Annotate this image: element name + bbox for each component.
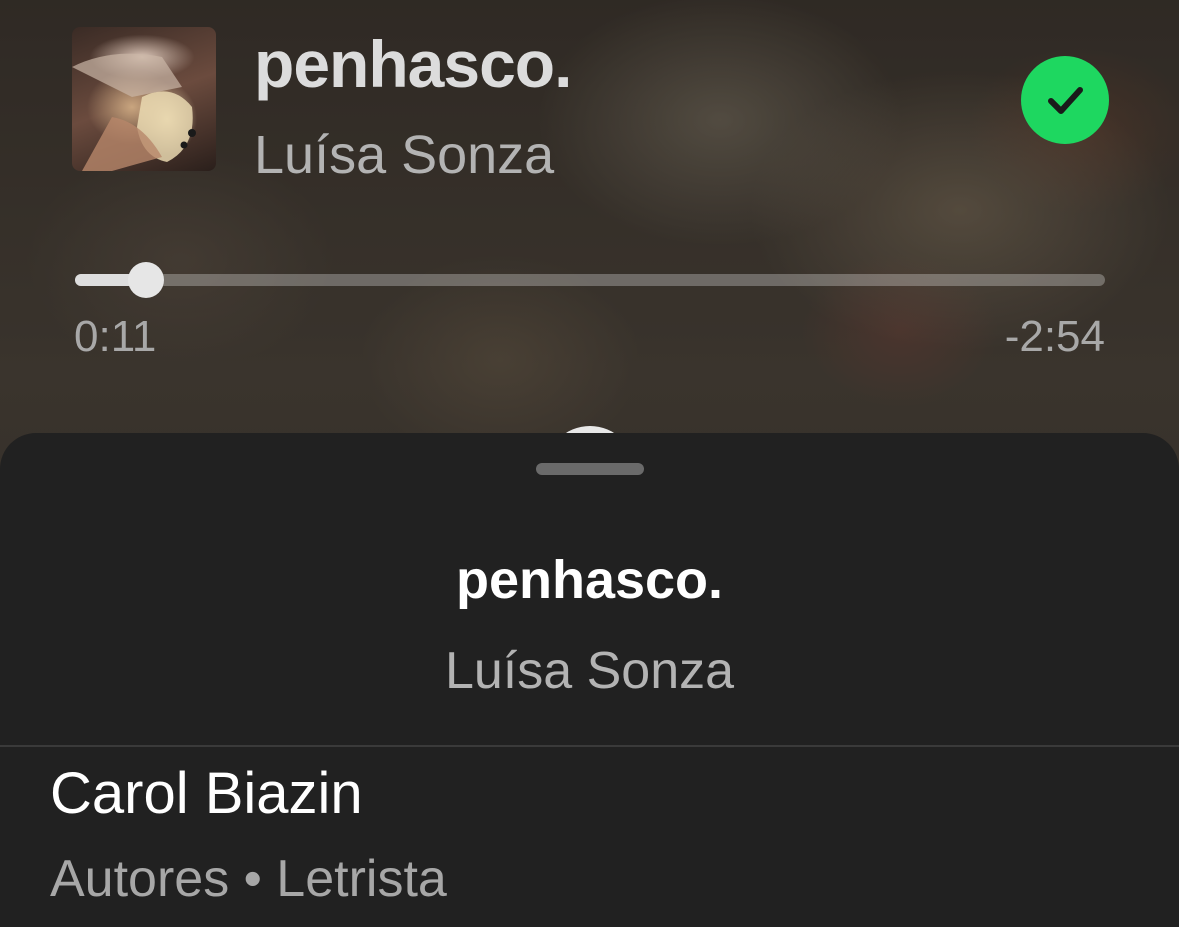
sheet-track-title: penhasco. [455, 550, 724, 610]
progress-thumb[interactable] [128, 262, 165, 298]
checkmark-icon [1048, 87, 1083, 114]
album-art [72, 27, 216, 171]
check-circle-icon[interactable] [1021, 56, 1109, 144]
credits-bottom-sheet: penhasco. Luísa Sonza Carol Biazin Autor… [0, 433, 1179, 927]
time-elapsed: 0:11 [74, 312, 157, 361]
sheet-drag-handle[interactable] [536, 463, 644, 475]
credit-roles: Autores • Letrista [50, 850, 447, 908]
credit-row[interactable]: Carol Biazin Autores • Letrista [0, 747, 1179, 927]
now-playing-artist[interactable]: Luísa Sonza [254, 122, 554, 188]
sheet-track-artist: Luísa Sonza [444, 642, 735, 700]
progress-bar[interactable] [75, 262, 1105, 298]
now-playing-title[interactable]: penhasco. [254, 24, 572, 104]
credit-name: Carol Biazin [50, 761, 363, 826]
time-remaining: -2:54 [1004, 312, 1105, 361]
